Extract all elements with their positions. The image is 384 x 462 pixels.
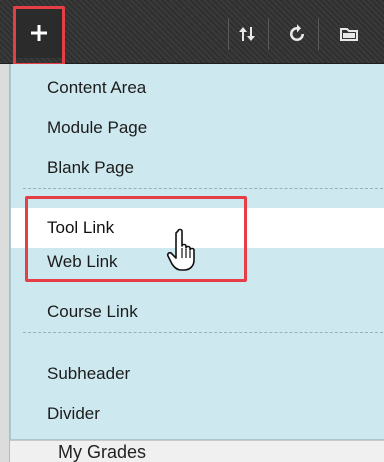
- menu-item-subheader[interactable]: Subheader: [11, 354, 384, 394]
- refresh-icon: [290, 24, 304, 41]
- sort-button[interactable]: [232, 19, 262, 49]
- folder-view-button[interactable]: [334, 19, 364, 49]
- menu-item-content-area[interactable]: Content Area: [11, 68, 384, 108]
- menu-item-module-page[interactable]: Module Page: [11, 108, 384, 148]
- left-edge-strip: [0, 0, 10, 462]
- toolbar-separator: [228, 18, 229, 50]
- menu-item-divider[interactable]: Divider: [11, 394, 384, 434]
- sort-arrows-icon: [239, 27, 255, 41]
- folder-icon: [340, 28, 358, 41]
- hand-cursor-icon: [166, 228, 195, 271]
- plus-icon: [31, 25, 47, 41]
- menu-divider: [23, 188, 383, 189]
- add-menu-item-button[interactable]: [14, 8, 64, 58]
- course-menu-toolbar: [0, 0, 384, 64]
- toolbar-separator: [268, 18, 269, 50]
- toolbar-separator: [318, 18, 319, 50]
- refresh-button[interactable]: [282, 19, 312, 49]
- menu-item-course-link[interactable]: Course Link: [11, 292, 384, 332]
- menu-item-blank-page[interactable]: Blank Page: [11, 148, 384, 188]
- course-menu-item-my-grades[interactable]: My Grades: [58, 441, 146, 462]
- menu-divider: [23, 332, 383, 333]
